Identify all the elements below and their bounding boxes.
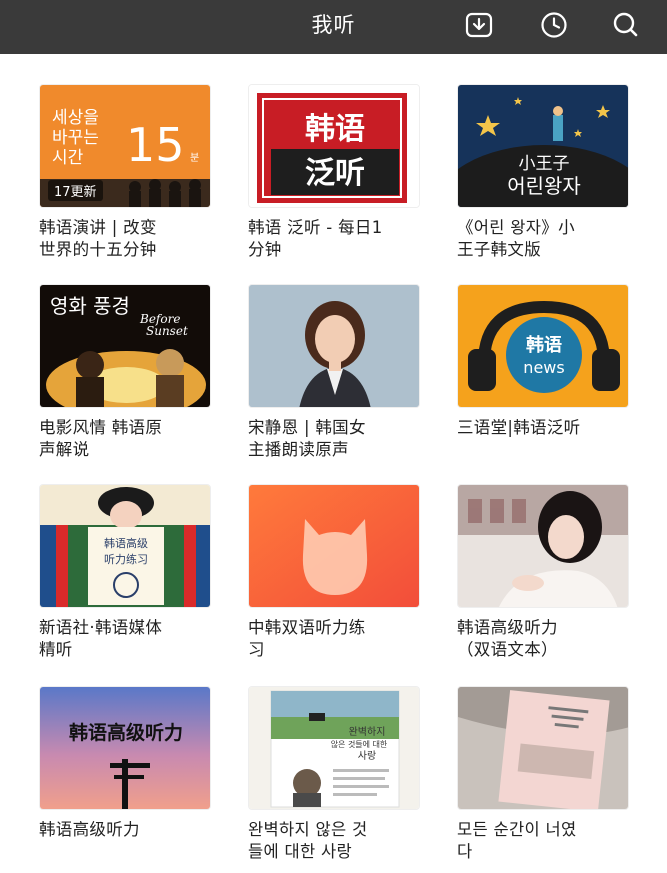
cover-text: 완벽하지 — [349, 725, 386, 738]
album-title[interactable]: 中韩双语听力练 习 — [248, 617, 420, 661]
album-title[interactable]: 电影风情 韩语原 声解说 — [39, 417, 211, 461]
album-title[interactable]: 韩语高级听力 （双语文本） — [457, 617, 629, 661]
album-title[interactable]: 宋静恩 | 韩国女 主播朗读原声 — [248, 417, 420, 461]
album-title[interactable]: 新语社·韩语媒体 精听 — [39, 617, 211, 661]
cover-text: 听力练习 — [104, 552, 148, 566]
album-cover[interactable]: 韩语高级听力 — [39, 686, 211, 810]
cover-text: Sunset — [146, 324, 188, 338]
cover-text: 사랑 — [358, 750, 376, 762]
album-cover[interactable] — [457, 686, 629, 810]
cover-text: 15 — [126, 118, 185, 172]
cover-text: 바꾸는 — [52, 128, 99, 148]
cover-text: 세상을 — [52, 108, 99, 128]
cover-text: 韩语高级听力 — [69, 721, 183, 744]
cover-text: 小王子 — [519, 154, 570, 174]
album-cover[interactable]: 韩语 news — [457, 284, 629, 408]
cover-text: 시간 — [52, 148, 84, 168]
album-cover[interactable]: 완벽하지 않은 것들에 대한 사랑 — [248, 686, 420, 810]
album-title[interactable]: 韩语 泛听 - 每日1 分钟 — [248, 217, 420, 261]
cover-text: 어린왕자 — [507, 174, 581, 198]
cover-text: 않은 것들에 대한 — [331, 739, 388, 749]
cover-text: 韩语高级 — [104, 536, 148, 550]
album-cover[interactable] — [248, 284, 420, 408]
cover-text: 영화 풍경 — [50, 294, 130, 318]
update-badge: 17更新 — [48, 180, 103, 201]
cover-text: news — [523, 358, 564, 377]
album-cover[interactable]: 세상을 바꾸는 시간 15 분 17更新 — [39, 84, 211, 208]
album-cover[interactable]: 小王子 어린왕자 — [457, 84, 629, 208]
album-cover[interactable] — [457, 484, 629, 608]
album-title[interactable]: 韩语演讲 | 改变 世界的十五分钟 — [39, 217, 211, 261]
search-icon[interactable] — [609, 10, 643, 40]
cover-text: 분 — [190, 152, 199, 164]
album-cover[interactable]: 韩语高级 听力练习 — [39, 484, 211, 608]
album-title[interactable]: 韩语高级听力 — [39, 819, 211, 841]
album-title[interactable]: 모든 순간이 너였 다 — [457, 819, 629, 863]
top-bar: 我听 — [0, 0, 667, 54]
album-cover[interactable] — [248, 484, 420, 608]
cover-text: 泛听 — [305, 156, 365, 191]
album-title[interactable]: 三语堂|韩语泛听 — [457, 417, 629, 439]
history-icon[interactable] — [537, 10, 571, 40]
cover-text: 韩语 — [305, 112, 365, 147]
album-title[interactable]: 완벽하지 않은 것 들에 대한 사랑 — [248, 819, 420, 863]
album-cover[interactable]: 韩语 泛听 — [248, 84, 420, 208]
album-cover[interactable]: 영화 풍경 Before Sunset — [39, 284, 211, 408]
album-title[interactable]: 《어린 왕자》小 王子韩文版 — [457, 217, 629, 261]
cover-text: 韩语 — [526, 334, 562, 356]
download-icon[interactable] — [462, 10, 496, 40]
